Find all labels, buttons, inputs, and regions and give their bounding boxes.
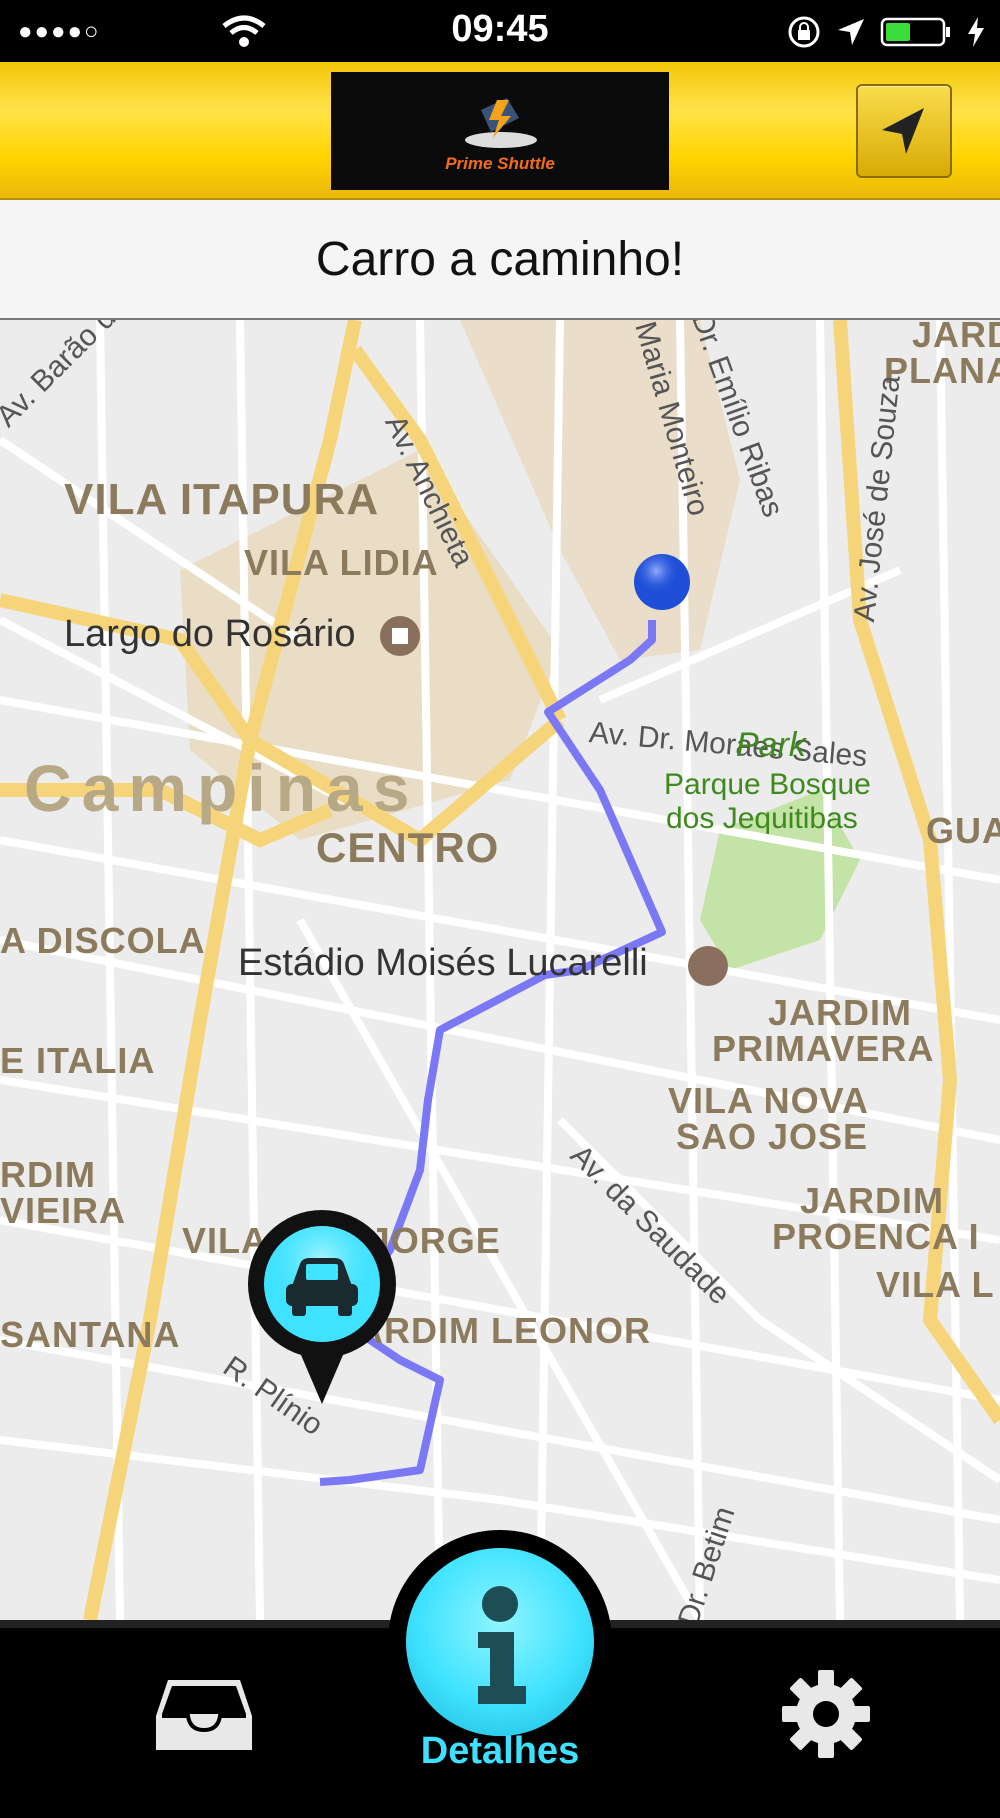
map-label: VILA LIDIA: [244, 542, 439, 583]
locate-me-button[interactable]: [856, 84, 952, 178]
park-name-line1[interactable]: Parque Bosque: [664, 768, 871, 802]
map-label: CENTRO: [316, 824, 500, 871]
tab-detalhes-label[interactable]: Detalhes: [388, 1730, 612, 1773]
map-label-poi[interactable]: Largo do Rosário: [64, 613, 356, 656]
tab-inbox[interactable]: [140, 1660, 270, 1818]
landmark-icon: [380, 616, 420, 656]
ride-status-text: Carro a caminho!: [315, 233, 685, 286]
map-label: VIEIRA: [0, 1190, 127, 1231]
rotation-lock-icon: [786, 14, 822, 55]
car-marker[interactable]: [246, 1208, 398, 1408]
map-label: SAO JOSE: [676, 1116, 869, 1157]
park-name-line2[interactable]: dos Jequitibas: [666, 802, 858, 836]
map-label: VILA ITAPURA: [64, 475, 380, 524]
ride-status-banner: Carro a caminho!: [0, 200, 1000, 320]
map-label: PRIMAVERA: [712, 1028, 935, 1069]
map-label: VILA L: [876, 1264, 995, 1305]
prime-shuttle-logo: Prime Shuttle: [331, 72, 669, 190]
tab-detalhes-button[interactable]: [406, 1548, 594, 1736]
map-label: A DISCOLA: [0, 920, 206, 961]
info-icon: [478, 1586, 526, 1704]
status-bar: ●●●●○ 09:45: [0, 0, 1000, 62]
map-label: PROENCA I: [772, 1216, 980, 1257]
map-label-poi[interactable]: Estádio Moisés Lucarelli: [238, 942, 648, 985]
tab-settings[interactable]: [760, 1660, 890, 1818]
stadium-icon: [688, 946, 728, 986]
map-label: GUA: [926, 810, 1000, 851]
app-header: Prime Shuttle: [0, 62, 1000, 200]
gear-icon: [782, 1670, 870, 1758]
tab-detalhes[interactable]: [388, 1530, 612, 1754]
map-label: E ITALIA: [0, 1040, 156, 1081]
map-label: SANTANA: [0, 1314, 181, 1355]
charging-icon: [966, 16, 986, 53]
inbox-tray-icon: [156, 1680, 252, 1750]
battery-icon: [880, 16, 952, 53]
location-services-icon: [836, 17, 866, 52]
park-category-label: Park: [736, 726, 806, 764]
logo-text: Prime Shuttle: [445, 154, 555, 173]
map-label-city: Campinas: [24, 751, 420, 825]
map-view[interactable]: VILA ITAPURA VILA LIDIA Largo do Rosário…: [0, 320, 1000, 1620]
